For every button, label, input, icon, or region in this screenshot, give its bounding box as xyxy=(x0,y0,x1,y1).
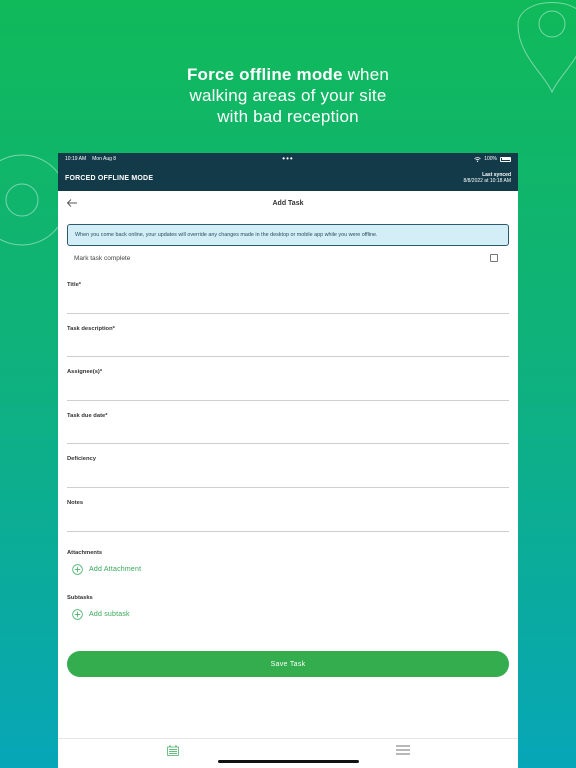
field-label: Title* xyxy=(67,282,82,288)
mark-complete-checkbox[interactable] xyxy=(490,254,498,262)
field-label: Assignee(s)* xyxy=(67,369,103,376)
title-field[interactable]: Title* xyxy=(67,270,509,314)
add-subtask-button[interactable]: Add subtask xyxy=(72,608,504,620)
add-attachment-label: Add Attachment xyxy=(89,565,142,573)
multitasking-dots[interactable]: ••• xyxy=(58,153,518,165)
deficiency-field[interactable]: Deficiency xyxy=(67,444,509,488)
add-attachment-button[interactable]: Add Attachment xyxy=(72,563,504,575)
status-bar: 10:19 AM Mon Aug 8 ••• 100% xyxy=(58,153,518,165)
save-task-button[interactable]: Save Task xyxy=(67,651,509,677)
headline-line-2: walking areas of your site xyxy=(189,86,387,105)
clipboard-icon[interactable] xyxy=(167,745,179,756)
mark-complete-row[interactable]: Mark task complete xyxy=(58,246,518,270)
assignees-field[interactable]: Assignee(s)* xyxy=(67,357,509,401)
offline-warning-banner: When you come back online, your updates … xyxy=(67,224,509,246)
marketing-headline: Force offline mode when walking areas of… xyxy=(0,64,576,127)
offline-mode-title: FORCED OFFLINE MODE xyxy=(65,174,154,182)
mark-complete-label: Mark task complete xyxy=(74,254,131,262)
nav-row: Add Task xyxy=(58,191,518,215)
subtasks-title: Subtasks xyxy=(67,594,93,601)
headline-line-3: with bad reception xyxy=(217,107,359,126)
tab-bar xyxy=(58,738,518,768)
field-label: Task description* xyxy=(67,325,115,332)
task-due-date-field[interactable]: Task due date* xyxy=(67,401,509,445)
headline-bold: Force offline mode xyxy=(186,65,343,84)
sync-status: Last synced 8/8/2022 at 10:18 AM xyxy=(463,172,511,184)
battery-icon xyxy=(500,156,511,162)
field-label: Task due date* xyxy=(67,412,108,419)
plus-circle-icon xyxy=(72,563,83,575)
attachments-title: Attachments xyxy=(67,549,103,556)
field-label: Notes xyxy=(67,499,84,506)
hamburger-menu-icon[interactable] xyxy=(396,745,410,755)
home-indicator xyxy=(218,760,359,763)
sync-time: 8/8/2022 at 10:18 AM xyxy=(463,178,511,184)
add-subtask-label: Add subtask xyxy=(89,610,130,618)
page-title: Add Task xyxy=(272,199,304,207)
device-screen: 10:19 AM Mon Aug 8 ••• 100% FORCED OFFLI… xyxy=(58,153,518,768)
headline-rest: when xyxy=(342,65,390,84)
field-label: Deficiency xyxy=(67,456,96,463)
task-description-field[interactable]: Task description* xyxy=(67,314,509,358)
plus-circle-icon xyxy=(72,608,83,620)
arrow-left-icon[interactable] xyxy=(66,197,78,209)
notes-field[interactable]: Notes xyxy=(67,488,509,532)
app-bar: FORCED OFFLINE MODE Last synced 8/8/2022… xyxy=(58,165,518,191)
save-task-label: Save Task xyxy=(270,660,306,668)
banner-message: When you come back online, your updates … xyxy=(75,232,378,238)
